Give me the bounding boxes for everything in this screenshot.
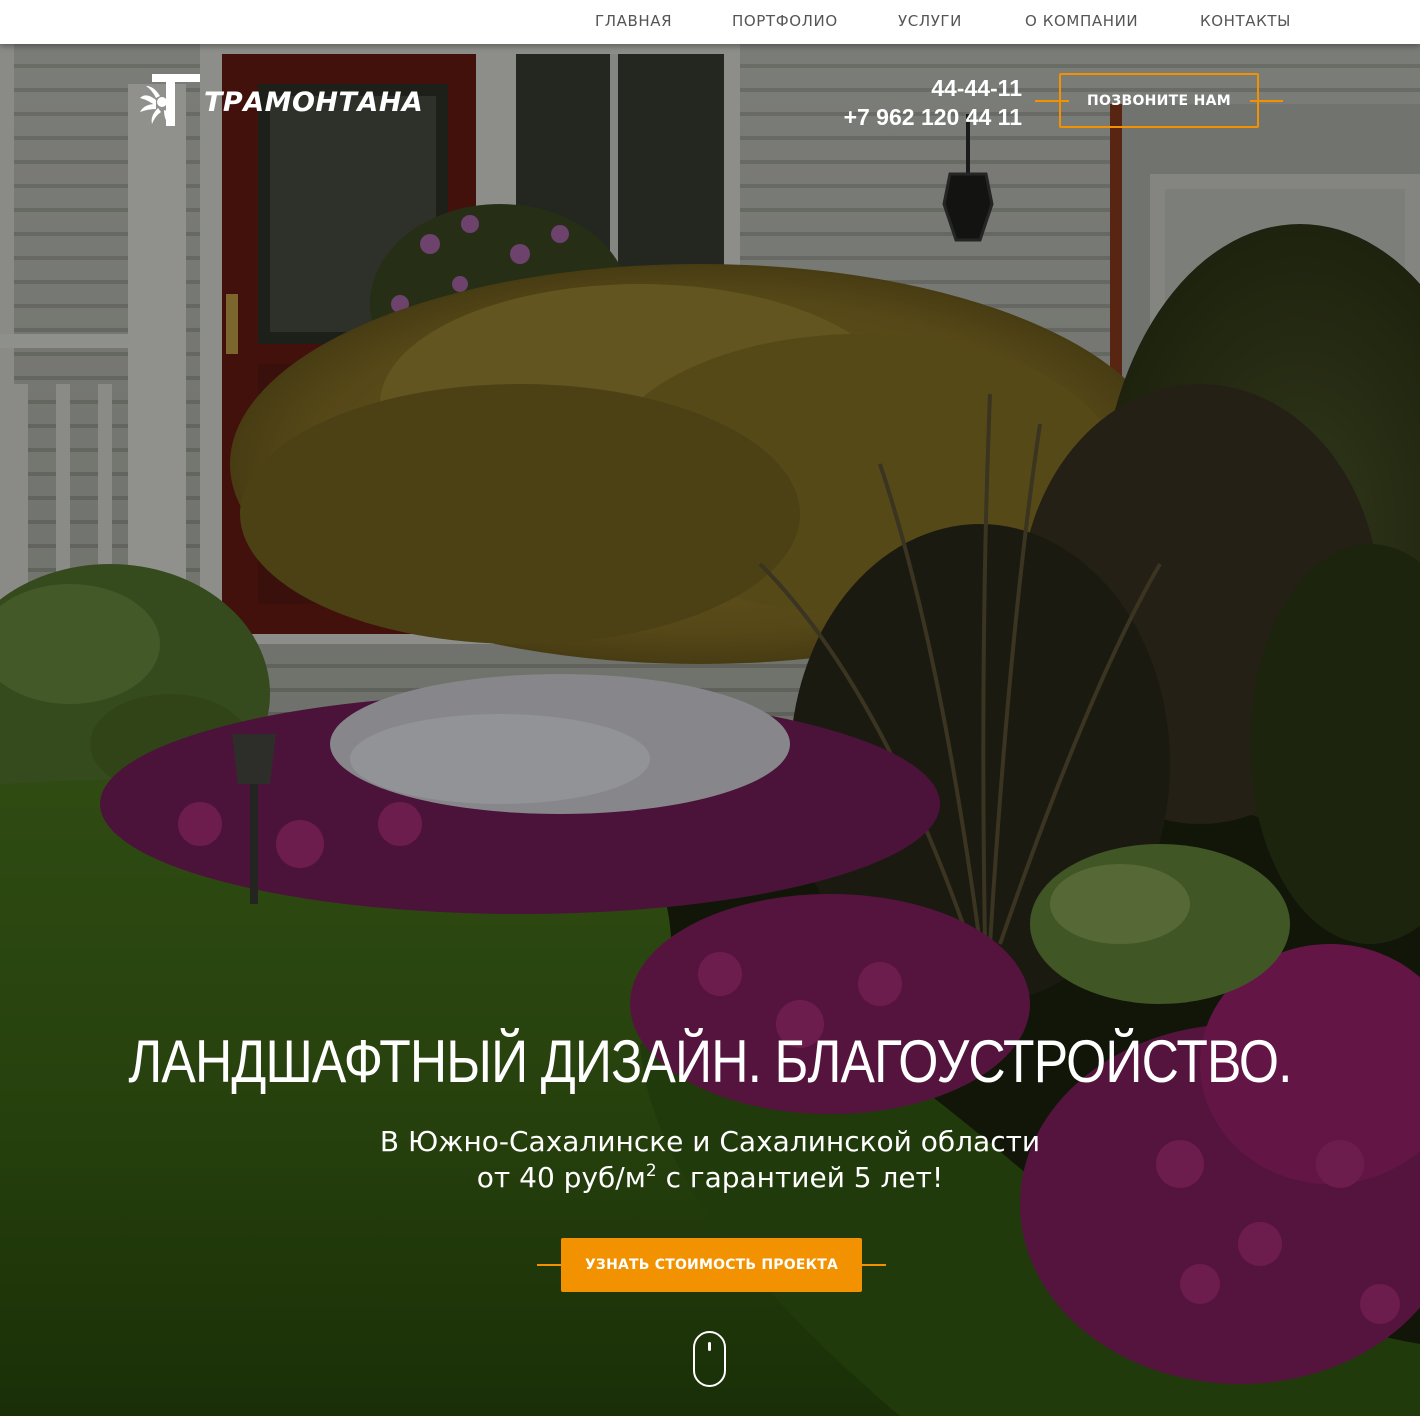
hero-subtitle: В Южно-Сахалинске и Сахалинской области … — [0, 1124, 1420, 1196]
nav-item-home[interactable]: ГЛАВНАЯ — [595, 12, 672, 30]
hero-subtitle-line-1: В Южно-Сахалинске и Сахалинской области — [379, 1125, 1041, 1158]
phone-full[interactable]: +7 962 120 44 11 — [844, 102, 1022, 132]
logo[interactable]: ТРАМОНТАНА — [138, 70, 423, 130]
nav-item-portfolio[interactable]: ПОРТФОЛИО — [732, 12, 838, 30]
top-navigation: ГЛАВНАЯ ПОРТФОЛИО УСЛУГИ О КОМПАНИИ КОНТ… — [0, 0, 1420, 44]
nav-item-about[interactable]: О КОМПАНИИ — [1025, 12, 1138, 30]
hero-subtitle-line-2: от 40 руб/м2 с гарантией 5 лет! — [0, 1160, 1420, 1196]
sun-swirl-logo-icon — [138, 70, 202, 130]
phone-short[interactable]: 44-44-11 — [844, 74, 1022, 102]
price-text: от 40 руб/м — [476, 1161, 646, 1194]
call-us-button[interactable]: ПОЗВОНИТЕ НАМ — [1059, 73, 1259, 128]
warranty-text: с гарантией 5 лет! — [656, 1161, 944, 1194]
hero-dark-overlay — [0, 44, 1420, 1416]
logo-text: ТРАМОНТАНА — [204, 86, 424, 118]
phone-numbers: 44-44-11 +7 962 120 44 11 — [844, 74, 1022, 132]
call-button-line-right — [1250, 100, 1283, 102]
landing-page: ГЛАВНАЯ ПОРТФОЛИО УСЛУГИ О КОМПАНИИ КОНТ… — [0, 0, 1420, 1416]
get-project-cost-button[interactable]: УЗНАТЬ СТОИМОСТЬ ПРОЕКТА — [561, 1238, 862, 1292]
nav-item-services[interactable]: УСЛУГИ — [898, 12, 962, 30]
hero-title: ЛАНДШАФТНЫЙ ДИЗАЙН. БЛАГОУСТРОЙСТВО. — [128, 1028, 1292, 1095]
price-unit-superscript: 2 — [645, 1161, 657, 1181]
mouse-wheel — [708, 1342, 711, 1351]
nav-item-contacts[interactable]: КОНТАКТЫ — [1200, 12, 1291, 30]
mouse-scroll-icon[interactable] — [693, 1331, 726, 1387]
cta-line-right — [850, 1264, 886, 1266]
